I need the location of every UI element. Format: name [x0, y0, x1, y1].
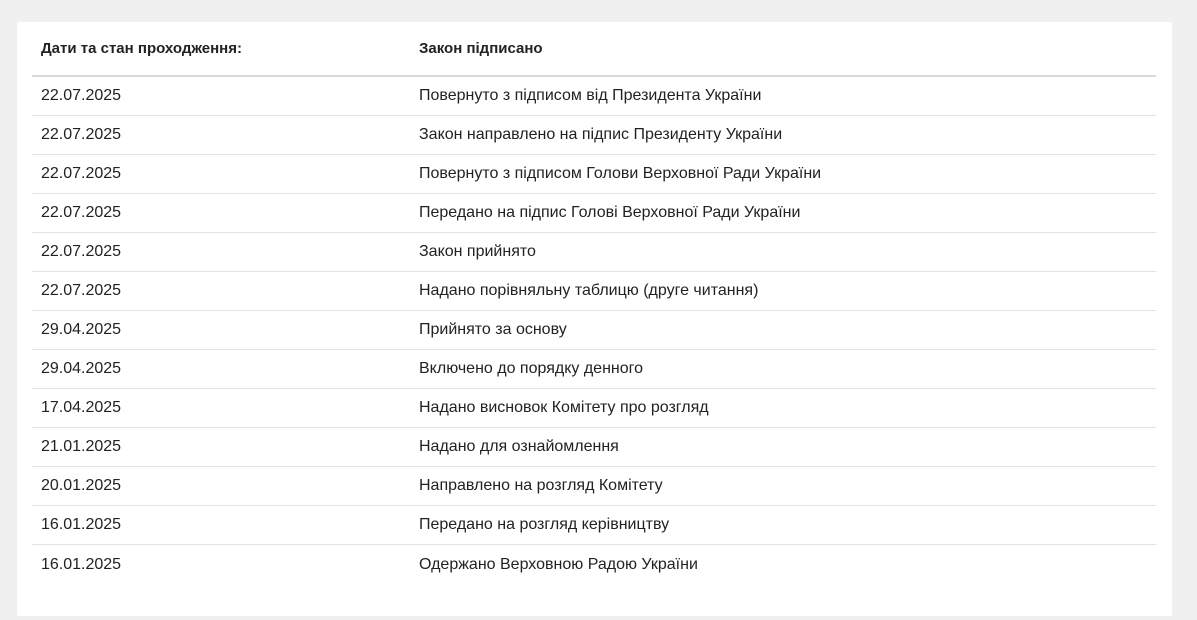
row-status: Надано порівняльну таблицю (друге читанн…: [419, 282, 759, 299]
row-date: 22.07.2025: [41, 243, 122, 260]
row-status: Передано на розгляд керівництву: [419, 516, 670, 533]
row-status: Передано на підпис Голові Верховної Ради…: [419, 204, 801, 221]
row-date: 22.07.2025: [41, 87, 122, 104]
row-status: Надано висновок Комітету про розгляд: [419, 399, 709, 416]
row-status: Прийнято за основу: [419, 321, 567, 338]
row-date: 29.04.2025: [41, 360, 122, 377]
date-column-header: Дати та стан проходження:: [41, 40, 242, 57]
table-row: 22.07.2025 Закон направлено на підпис Пре…: [32, 116, 1156, 155]
row-date: 22.07.2025: [41, 126, 122, 143]
table-row: 20.01.2025 Направлено на розгляд Комітету: [32, 467, 1156, 506]
table-row: 21.01.2025 Надано для ознайомлення: [32, 428, 1156, 467]
row-status: Закон направлено на підпис Президенту Ук…: [419, 126, 783, 143]
table-row: 29.04.2025 Включено до порядку денного: [32, 350, 1156, 389]
row-status: Включено до порядку денного: [419, 360, 644, 377]
table-row: 16.01.2025 Передано на розгляд керівництв…: [32, 506, 1156, 545]
row-status: Направлено на розгляд Комітету: [419, 477, 663, 494]
table-header: Дати та стан проходження: Закон підписан…: [32, 22, 1156, 77]
table-row: 17.04.2025 Надано висновок Комітету про р…: [32, 389, 1156, 428]
row-date: 16.01.2025: [41, 516, 122, 533]
row-date: 20.01.2025: [41, 477, 122, 494]
table-row: 22.07.2025 Надано порівняльну таблицю (др…: [32, 272, 1156, 311]
table-row: 22.07.2025 Повернуто з підписом від Прези…: [32, 77, 1156, 116]
row-date: 22.07.2025: [41, 282, 122, 299]
row-status: Закон прийнято: [419, 243, 536, 260]
table-body: 22.07.2025 Повернуто з підписом від Прези…: [32, 77, 1156, 584]
row-date: 29.04.2025: [41, 321, 122, 338]
row-status: Повернуто з підписом Голови Верховної Ра…: [419, 165, 822, 182]
row-date: 16.01.2025: [41, 555, 122, 573]
row-status: Одержано Верховною Радою України: [419, 555, 698, 573]
row-date: 17.04.2025: [41, 399, 122, 416]
table-row: 22.07.2025 Передано на підпис Голові Верх…: [32, 194, 1156, 233]
row-status: Повернуто з підписом від Президента Укра…: [419, 87, 762, 104]
status-column-header: Закон підписано: [419, 40, 543, 57]
bill-history-card: Дати та стан проходження: Закон підписан…: [17, 22, 1172, 616]
table-row: 16.01.2025 Одержано Верховною Радою Украї…: [32, 545, 1156, 584]
table-row: 29.04.2025 Прийнято за основу: [32, 311, 1156, 350]
table-row: 22.07.2025 Повернуто з підписом Голови Ве…: [32, 155, 1156, 194]
row-date: 21.01.2025: [41, 438, 122, 455]
row-status: Надано для ознайомлення: [419, 438, 619, 455]
table-row: 22.07.2025 Закон прийнято: [32, 233, 1156, 272]
row-date: 22.07.2025: [41, 165, 122, 182]
row-date: 22.07.2025: [41, 204, 122, 221]
